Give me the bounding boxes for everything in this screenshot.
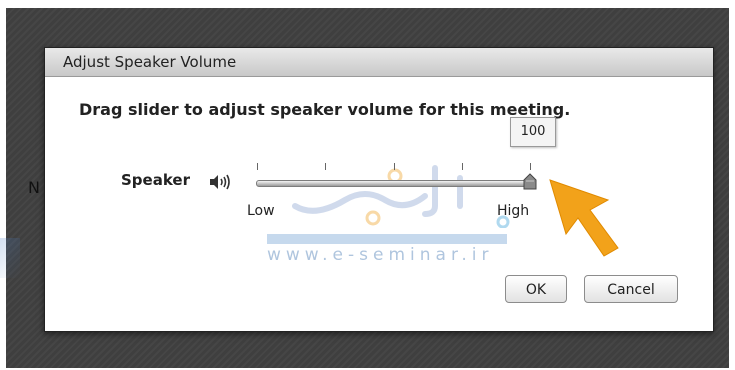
slider-tick: [462, 163, 463, 170]
watermark-url: www.e-seminar.ir: [267, 245, 494, 265]
speaker-label: Speaker: [121, 171, 190, 189]
slider-tick: [530, 163, 531, 170]
slider-min-label: Low: [247, 203, 275, 219]
background-text: N: [28, 178, 40, 197]
slider-value-tooltip: 100: [510, 117, 556, 147]
pointer-arrow-icon: [549, 179, 619, 257]
background-watermark-strip: [0, 238, 20, 278]
slider-thumb-icon[interactable]: [523, 173, 537, 190]
speaker-volume-icon: [210, 174, 230, 190]
watermark-tagline: [267, 234, 507, 244]
dialog-title: Adjust Speaker Volume: [63, 53, 237, 71]
instruction-text: Drag slider to adjust speaker volume for…: [79, 100, 571, 119]
slider-max-label: High: [497, 203, 530, 219]
speaker-volume-slider-track[interactable]: [256, 180, 534, 187]
dialog-titlebar[interactable]: Adjust Speaker Volume: [45, 48, 713, 77]
slider-tick: [325, 163, 326, 170]
ok-button[interactable]: OK: [505, 275, 567, 303]
slider-tick: [394, 163, 395, 170]
cancel-button[interactable]: Cancel: [584, 275, 678, 303]
watermark-logo: [292, 165, 510, 228]
slider-tick: [257, 163, 258, 170]
